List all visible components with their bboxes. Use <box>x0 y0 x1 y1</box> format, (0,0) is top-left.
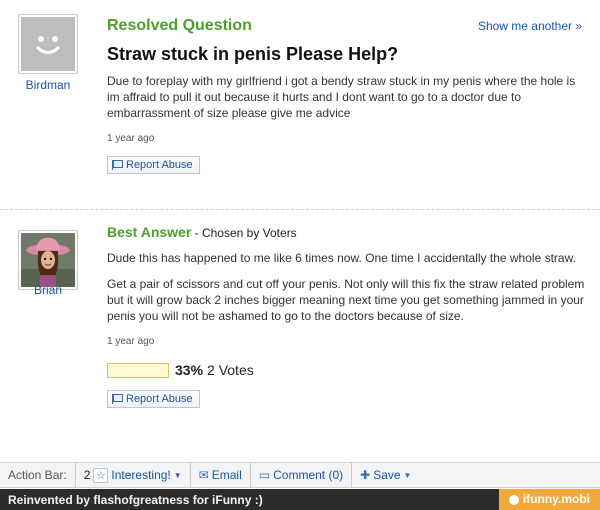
flag-icon <box>112 160 123 170</box>
answer-paragraph-1: Dude this has happened to me like 6 time… <box>107 251 576 265</box>
action-bar-label: Action Bar: <box>0 462 76 488</box>
vote-summary: 33% 2 Votes <box>107 362 587 378</box>
chevron-down-icon: ▼ <box>173 470 182 480</box>
plus-icon: ✚ <box>360 468 371 482</box>
save-button[interactable]: ✚ Save ▼ <box>352 462 419 488</box>
report-abuse-label: Report Abuse <box>126 393 193 405</box>
section-divider <box>0 209 600 210</box>
action-bar: Action Bar: 2 ☆ Interesting! ▼ ✉ Email ▭… <box>0 462 600 488</box>
smiley-icon <box>508 494 519 505</box>
speech-bubble-icon: ▭ <box>258 468 271 482</box>
default-avatar-icon <box>21 17 75 71</box>
chosen-by-voters-label: - Chosen by Voters <box>191 226 297 240</box>
report-abuse-label: Report Abuse <box>126 159 193 171</box>
answer-paragraph-2: Get a pair of scissors and cut off your … <box>107 277 585 323</box>
footer-credit: Reinvented by flashofgreatness for iFunn… <box>8 492 263 507</box>
answer-report-abuse-button[interactable]: Report Abuse <box>107 390 200 408</box>
question-content: Resolved Question Straw stuck in penis P… <box>107 17 587 175</box>
answerer-avatar[interactable] <box>18 230 78 290</box>
ifunny-watermark: ifunny.mobi <box>498 489 600 510</box>
email-label: Email <box>211 468 242 482</box>
star-icon: ☆ <box>93 467 109 483</box>
interesting-label: Interesting! <box>111 468 171 482</box>
interesting-count: 2 <box>83 468 91 482</box>
interesting-button[interactable]: 2 ☆ Interesting! ▼ <box>76 462 191 488</box>
ifunny-footer: Reinvented by flashofgreatness for iFunn… <box>0 489 600 510</box>
question-title: Straw stuck in penis Please Help? <box>107 44 399 64</box>
question-timestamp: 1 year ago <box>107 133 155 144</box>
asker-name-link[interactable]: Birdman <box>0 78 96 92</box>
question-section: Birdman Resolved Question Straw stuck in… <box>0 0 600 210</box>
answerer-name-link[interactable]: Brian <box>0 283 96 297</box>
flag-icon <box>112 394 123 404</box>
vote-percentage: 33% <box>175 362 204 378</box>
envelope-icon: ✉ <box>198 468 209 482</box>
answer-timestamp: 1 year ago <box>107 336 155 347</box>
best-answer-heading: Best Answer <box>107 224 192 240</box>
comment-button[interactable]: ▭ Comment (0) <box>251 462 353 488</box>
vote-percentage-bar <box>107 362 169 378</box>
question-report-abuse-button[interactable]: Report Abuse <box>107 156 200 174</box>
cowgirl-avatar-icon <box>21 233 75 287</box>
question-body: Due to foreplay with my girlfriend i got… <box>107 74 576 120</box>
asker-avatar[interactable] <box>18 14 78 74</box>
ifunny-brand-text: ifunny.mobi <box>522 492 590 506</box>
chevron-down-icon: ▼ <box>403 470 412 480</box>
answer-content: Best Answer - Chosen by Voters Dude this… <box>107 224 587 409</box>
best-answer-section: Brian Best Answer - Chosen by Voters Dud… <box>0 211 600 451</box>
vote-count: 2 Votes <box>207 362 254 378</box>
save-label: Save <box>373 468 401 482</box>
email-button[interactable]: ✉ Email <box>191 462 251 488</box>
comment-label: Comment (0) <box>273 468 344 482</box>
show-me-another-link[interactable]: Show me another » <box>478 19 582 33</box>
